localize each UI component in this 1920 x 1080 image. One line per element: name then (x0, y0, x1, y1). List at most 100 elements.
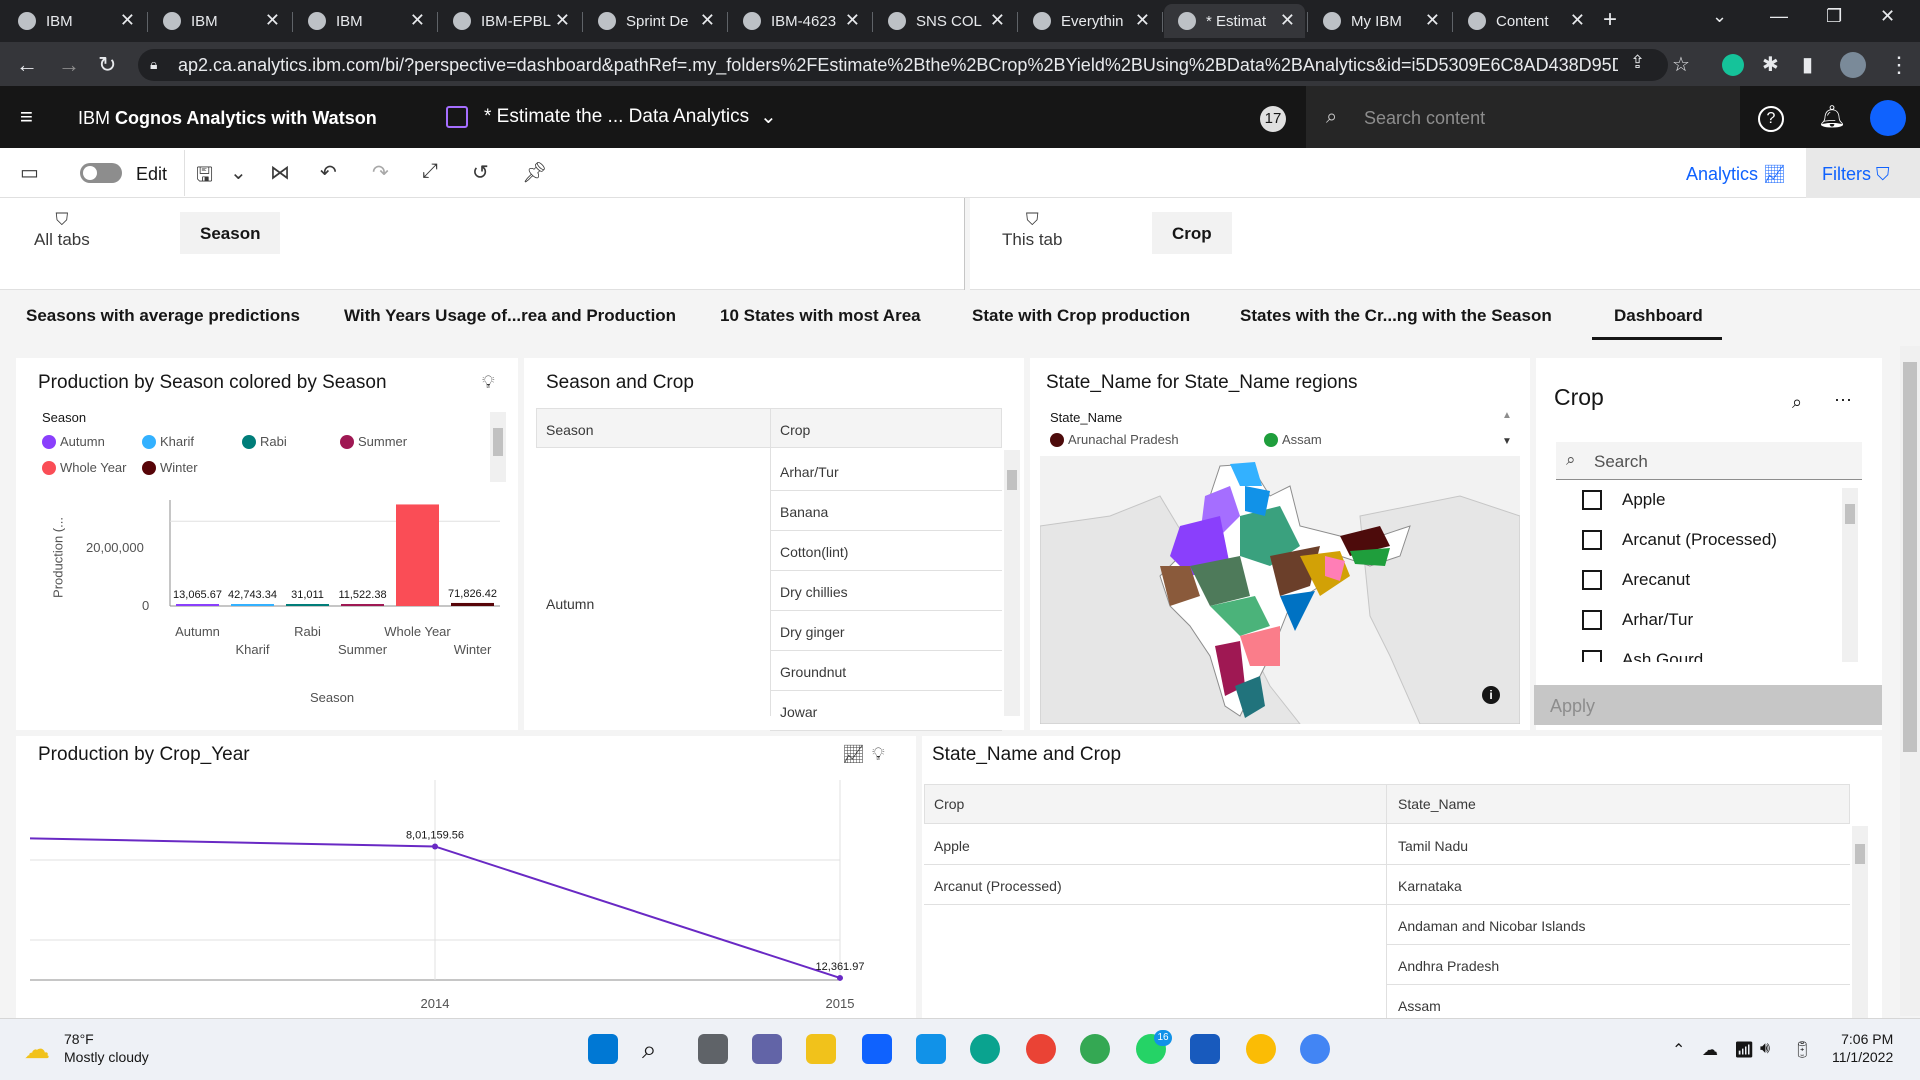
browser-tab[interactable]: IBM ✕ (294, 4, 435, 38)
legend-item[interactable]: Kharif (142, 434, 194, 449)
teams-icon[interactable] (752, 1034, 782, 1064)
season-filter-chip[interactable]: Season (180, 212, 281, 254)
browser-tab[interactable]: IBM-EPBL ✕ (439, 4, 580, 38)
close-tab-icon[interactable]: ✕ (265, 10, 280, 31)
close-tab-icon[interactable]: ✕ (1425, 10, 1440, 31)
fullscreen-icon[interactable]: ⤢ (422, 160, 438, 183)
weather-icon[interactable]: ☁︎ (24, 1034, 50, 1065)
onedrive-icon[interactable]: ☁︎ (1702, 1040, 1718, 1060)
minimize-icon[interactable]: — (1770, 6, 1788, 27)
forward-icon[interactable]: → (58, 52, 80, 78)
map-legend-scroll-down-icon[interactable]: ▼ (1502, 436, 1512, 447)
show-hidden-icons-icon[interactable]: ⌃ (1672, 1040, 1685, 1060)
chart-type-icon[interactable]: 📈︎ (842, 744, 865, 765)
map-info-icon[interactable]: i (1482, 686, 1500, 704)
tab-states-crop-season[interactable]: States with the Cr...ng with the Season (1240, 306, 1552, 326)
browser-tab[interactable]: My IBM ✕ (1309, 4, 1450, 38)
start-menu-icon[interactable] (588, 1034, 618, 1064)
crop-checkbox-item[interactable]: Ash Gourd (1582, 650, 1703, 662)
tab-search-icon[interactable]: ⌄ (1712, 6, 1727, 27)
search-icon[interactable]: ⌕ (1792, 392, 1802, 413)
checkbox-icon[interactable] (1582, 570, 1602, 590)
browser-tab[interactable]: Sprint De ✕ (584, 4, 725, 38)
reset-icon[interactable]: ↺ (472, 160, 489, 185)
battery-icon[interactable]: 🔋︎ (1792, 1040, 1812, 1060)
legend-scrollbar-thumb[interactable] (493, 428, 503, 456)
extensions-icon[interactable]: ✱ (1762, 52, 1779, 77)
bookmark-star-icon[interactable]: ☆ (1672, 52, 1690, 77)
analytics-button[interactable]: Analytics 📈︎ (1686, 164, 1786, 185)
chrome-icon[interactable] (1026, 1034, 1056, 1064)
notifications-bell-icon[interactable]: 🔔︎ (1818, 104, 1846, 130)
help-icon[interactable]: ? (1758, 106, 1784, 132)
column-header-crop[interactable]: Crop (934, 796, 964, 812)
crop-checkbox-item[interactable]: Arcanut (Processed) (1582, 530, 1777, 550)
chrome-profile-icon[interactable] (1080, 1034, 1110, 1064)
dashboard-title[interactable]: * Estimate the ... Data Analytics (484, 106, 749, 128)
word-icon[interactable] (1190, 1034, 1220, 1064)
legend-item[interactable]: Winter (142, 460, 198, 475)
legend-item[interactable]: Whole Year (42, 460, 127, 475)
undo-icon[interactable]: ↶ (320, 160, 337, 185)
column-header-state[interactable]: State_Name (1398, 796, 1476, 812)
state-and-crop-widget[interactable] (922, 736, 1882, 1018)
url-text[interactable]: ap2.ca.analytics.ibm.com/bi/?perspective… (178, 55, 1618, 76)
page-scrollbar-thumb[interactable] (1903, 362, 1917, 752)
edit-mode-toggle[interactable] (80, 163, 122, 183)
browser-tab[interactable]: IBM-4623 ✕ (729, 4, 870, 38)
profile-avatar[interactable] (1840, 52, 1866, 78)
share-icon[interactable]: ⋈ (270, 160, 290, 185)
browser-menu-icon[interactable]: ⋮ (1888, 52, 1910, 78)
close-tab-icon[interactable]: ✕ (120, 10, 135, 31)
tab-state-crop-production[interactable]: State with Crop production (972, 306, 1190, 326)
map-legend-scroll-up-icon[interactable]: ▲ (1502, 410, 1512, 421)
tab-years-usage[interactable]: With Years Usage of...rea and Production (344, 306, 676, 326)
volume-icon[interactable]: 🔊︎ (1760, 1040, 1770, 1058)
filter-splitter[interactable] (964, 198, 970, 290)
save-icon[interactable]: 🖫 (196, 160, 213, 194)
crop-checkbox-item[interactable]: Arecanut (1582, 570, 1690, 590)
browser-tab[interactable]: * Estimat ✕ (1164, 4, 1305, 38)
close-window-icon[interactable]: ✕ (1880, 6, 1895, 27)
legend-item[interactable]: Summer (340, 434, 407, 449)
close-tab-icon[interactable]: ✕ (990, 10, 1005, 31)
new-tab-button[interactable]: + (1603, 6, 1617, 34)
browser-tab[interactable]: IBM ✕ (4, 4, 145, 38)
crop-filter-chip[interactable]: Crop (1152, 212, 1232, 254)
user-profile-icon[interactable] (1870, 100, 1906, 136)
chrome-profile-icon[interactable] (1246, 1034, 1276, 1064)
browser-tab[interactable]: IBM ✕ (149, 4, 290, 38)
crop-checkbox-item[interactable]: Apple (1582, 490, 1665, 510)
save-options-chevron-icon[interactable]: ⌄ (230, 160, 247, 185)
comment-icon[interactable]: ▭ (20, 160, 39, 185)
redo-icon[interactable]: ↷ (372, 160, 389, 185)
tab-10-states-most-area[interactable]: 10 States with most Area (720, 306, 921, 326)
legend-item[interactable]: Autumn (42, 434, 105, 449)
checkbox-icon[interactable] (1582, 490, 1602, 510)
chrome-profile-icon[interactable] (1300, 1034, 1330, 1064)
insight-bulb-icon[interactable]: 💡︎ (872, 744, 885, 765)
checklist-scrollbar-thumb[interactable] (1845, 504, 1855, 524)
reload-icon[interactable]: ↻ (98, 52, 116, 78)
close-tab-icon[interactable]: ✕ (555, 10, 570, 31)
close-tab-icon[interactable]: ✕ (1135, 10, 1150, 31)
search-icon[interactable]: ⌕ (642, 1034, 672, 1064)
browser-tab[interactable]: Everythin ✕ (1019, 4, 1160, 38)
checkbox-icon[interactable] (1582, 530, 1602, 550)
system-clock[interactable]: 7:06 PM 11/1/2022 (1832, 1030, 1893, 1066)
crop-checkbox-item[interactable]: Arhar/Tur (1582, 610, 1693, 630)
insight-bulb-icon[interactable]: 💡︎ (482, 372, 495, 393)
side-panel-icon[interactable]: ▮ (1802, 52, 1813, 77)
file-explorer-icon[interactable] (806, 1034, 836, 1064)
grammarly-icon[interactable] (1722, 54, 1744, 76)
more-options-icon[interactable]: ⋯ (1834, 390, 1852, 411)
microsoft-store-icon[interactable] (862, 1034, 892, 1064)
notification-count-badge[interactable]: 17 (1260, 106, 1286, 132)
close-tab-icon[interactable]: ✕ (845, 10, 860, 31)
edge-icon[interactable] (970, 1034, 1000, 1064)
back-icon[interactable]: ← (16, 52, 38, 78)
legend-item[interactable]: Rabi (242, 434, 287, 449)
share-icon[interactable]: ⇪ (1630, 52, 1645, 73)
maximize-icon[interactable]: ❐ (1826, 6, 1842, 27)
tab-dashboard[interactable]: Dashboard (1614, 306, 1703, 326)
